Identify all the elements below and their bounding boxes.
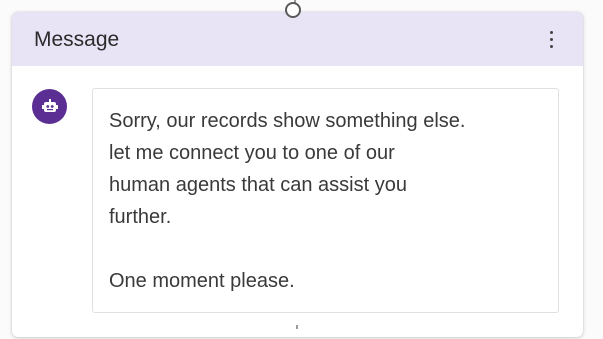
message-text-box[interactable]: Sorry, our records show something else. … <box>92 88 559 313</box>
more-vertical-icon <box>549 30 553 34</box>
bot-icon <box>41 98 58 112</box>
bot-avatar <box>32 89 67 124</box>
node-title: Message <box>34 28 120 51</box>
more-options-button[interactable] <box>539 24 563 54</box>
connector-line-bottom <box>296 325 298 329</box>
message-node-card[interactable]: Message Sorry, our records show somethin… <box>12 12 583 337</box>
node-header: Message <box>12 12 583 66</box>
connector-handle[interactable] <box>285 2 301 18</box>
canvas: Message Sorry, our records show somethin… <box>0 0 603 339</box>
message-text: Sorry, our records show something else. … <box>109 110 466 292</box>
